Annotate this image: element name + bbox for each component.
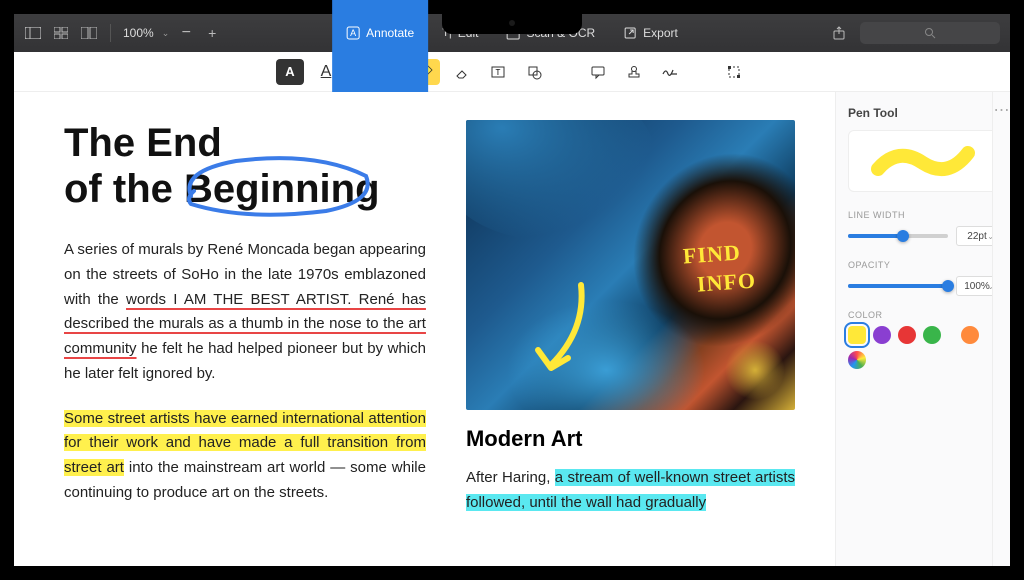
- paragraph-3: After Haring, a stream of well-known str…: [466, 466, 795, 516]
- inspector-sidebar: Pen Tool LINE WIDTH 22pt OPACITY: [835, 92, 1010, 566]
- sidebar-title: Pen Tool: [848, 106, 998, 120]
- share-icon[interactable]: [830, 24, 848, 42]
- sidebar-toggle-icon[interactable]: [24, 24, 42, 42]
- document-page: The End of the Beginning A series of mur…: [14, 92, 835, 566]
- thumbnail-view-icon[interactable]: [52, 24, 70, 42]
- more-icon[interactable]: ⋯: [994, 100, 1010, 566]
- zoom-in-button[interactable]: +: [203, 24, 221, 42]
- pen-preview: [848, 130, 998, 192]
- search-icon: [924, 27, 936, 39]
- paragraph-2: Some street artists have earned internat…: [64, 407, 426, 506]
- color-swatch-rainbow[interactable]: [848, 351, 866, 369]
- color-swatch-purple[interactable]: [873, 326, 891, 344]
- color-swatch-green[interactable]: [923, 326, 941, 344]
- zoom-value: 100%: [123, 26, 154, 40]
- line-width-slider[interactable]: [848, 234, 948, 238]
- paragraph-1: A series of murals by René Moncada began…: [64, 238, 426, 387]
- line-width-label: LINE WIDTH: [848, 210, 998, 220]
- text-highlight-tool[interactable]: A: [276, 59, 304, 85]
- image-artwork: FIND INFO: [466, 120, 795, 410]
- arrow-annotation[interactable]: [526, 280, 596, 380]
- opacity-slider[interactable]: [848, 284, 948, 288]
- color-picker: [848, 326, 998, 369]
- zoom-control[interactable]: 100% ⌄: [123, 26, 169, 40]
- zoom-out-button[interactable]: −: [177, 24, 195, 42]
- tab-label: Export: [643, 26, 678, 40]
- handwritten-annotation[interactable]: FIND INFO: [682, 238, 757, 300]
- page-title: The End of the Beginning: [64, 120, 426, 212]
- right-rail: ⋯: [992, 92, 1010, 566]
- tab-label: Annotate: [366, 26, 414, 40]
- title-line-2: of the Beginning: [64, 167, 380, 211]
- color-swatch-orange[interactable]: [961, 326, 979, 344]
- search-input[interactable]: [860, 22, 1000, 44]
- color-swatch-yellow[interactable]: [848, 326, 866, 344]
- title-line-1: The End: [64, 121, 222, 165]
- opacity-label: OPACITY: [848, 260, 998, 270]
- crop-tool[interactable]: [720, 59, 748, 85]
- color-label: COLOR: [848, 310, 998, 320]
- page-view-icon[interactable]: [80, 24, 98, 42]
- heading-modern-art: Modern Art: [466, 426, 795, 452]
- svg-text:A: A: [350, 28, 356, 38]
- color-swatch-red[interactable]: [898, 326, 916, 344]
